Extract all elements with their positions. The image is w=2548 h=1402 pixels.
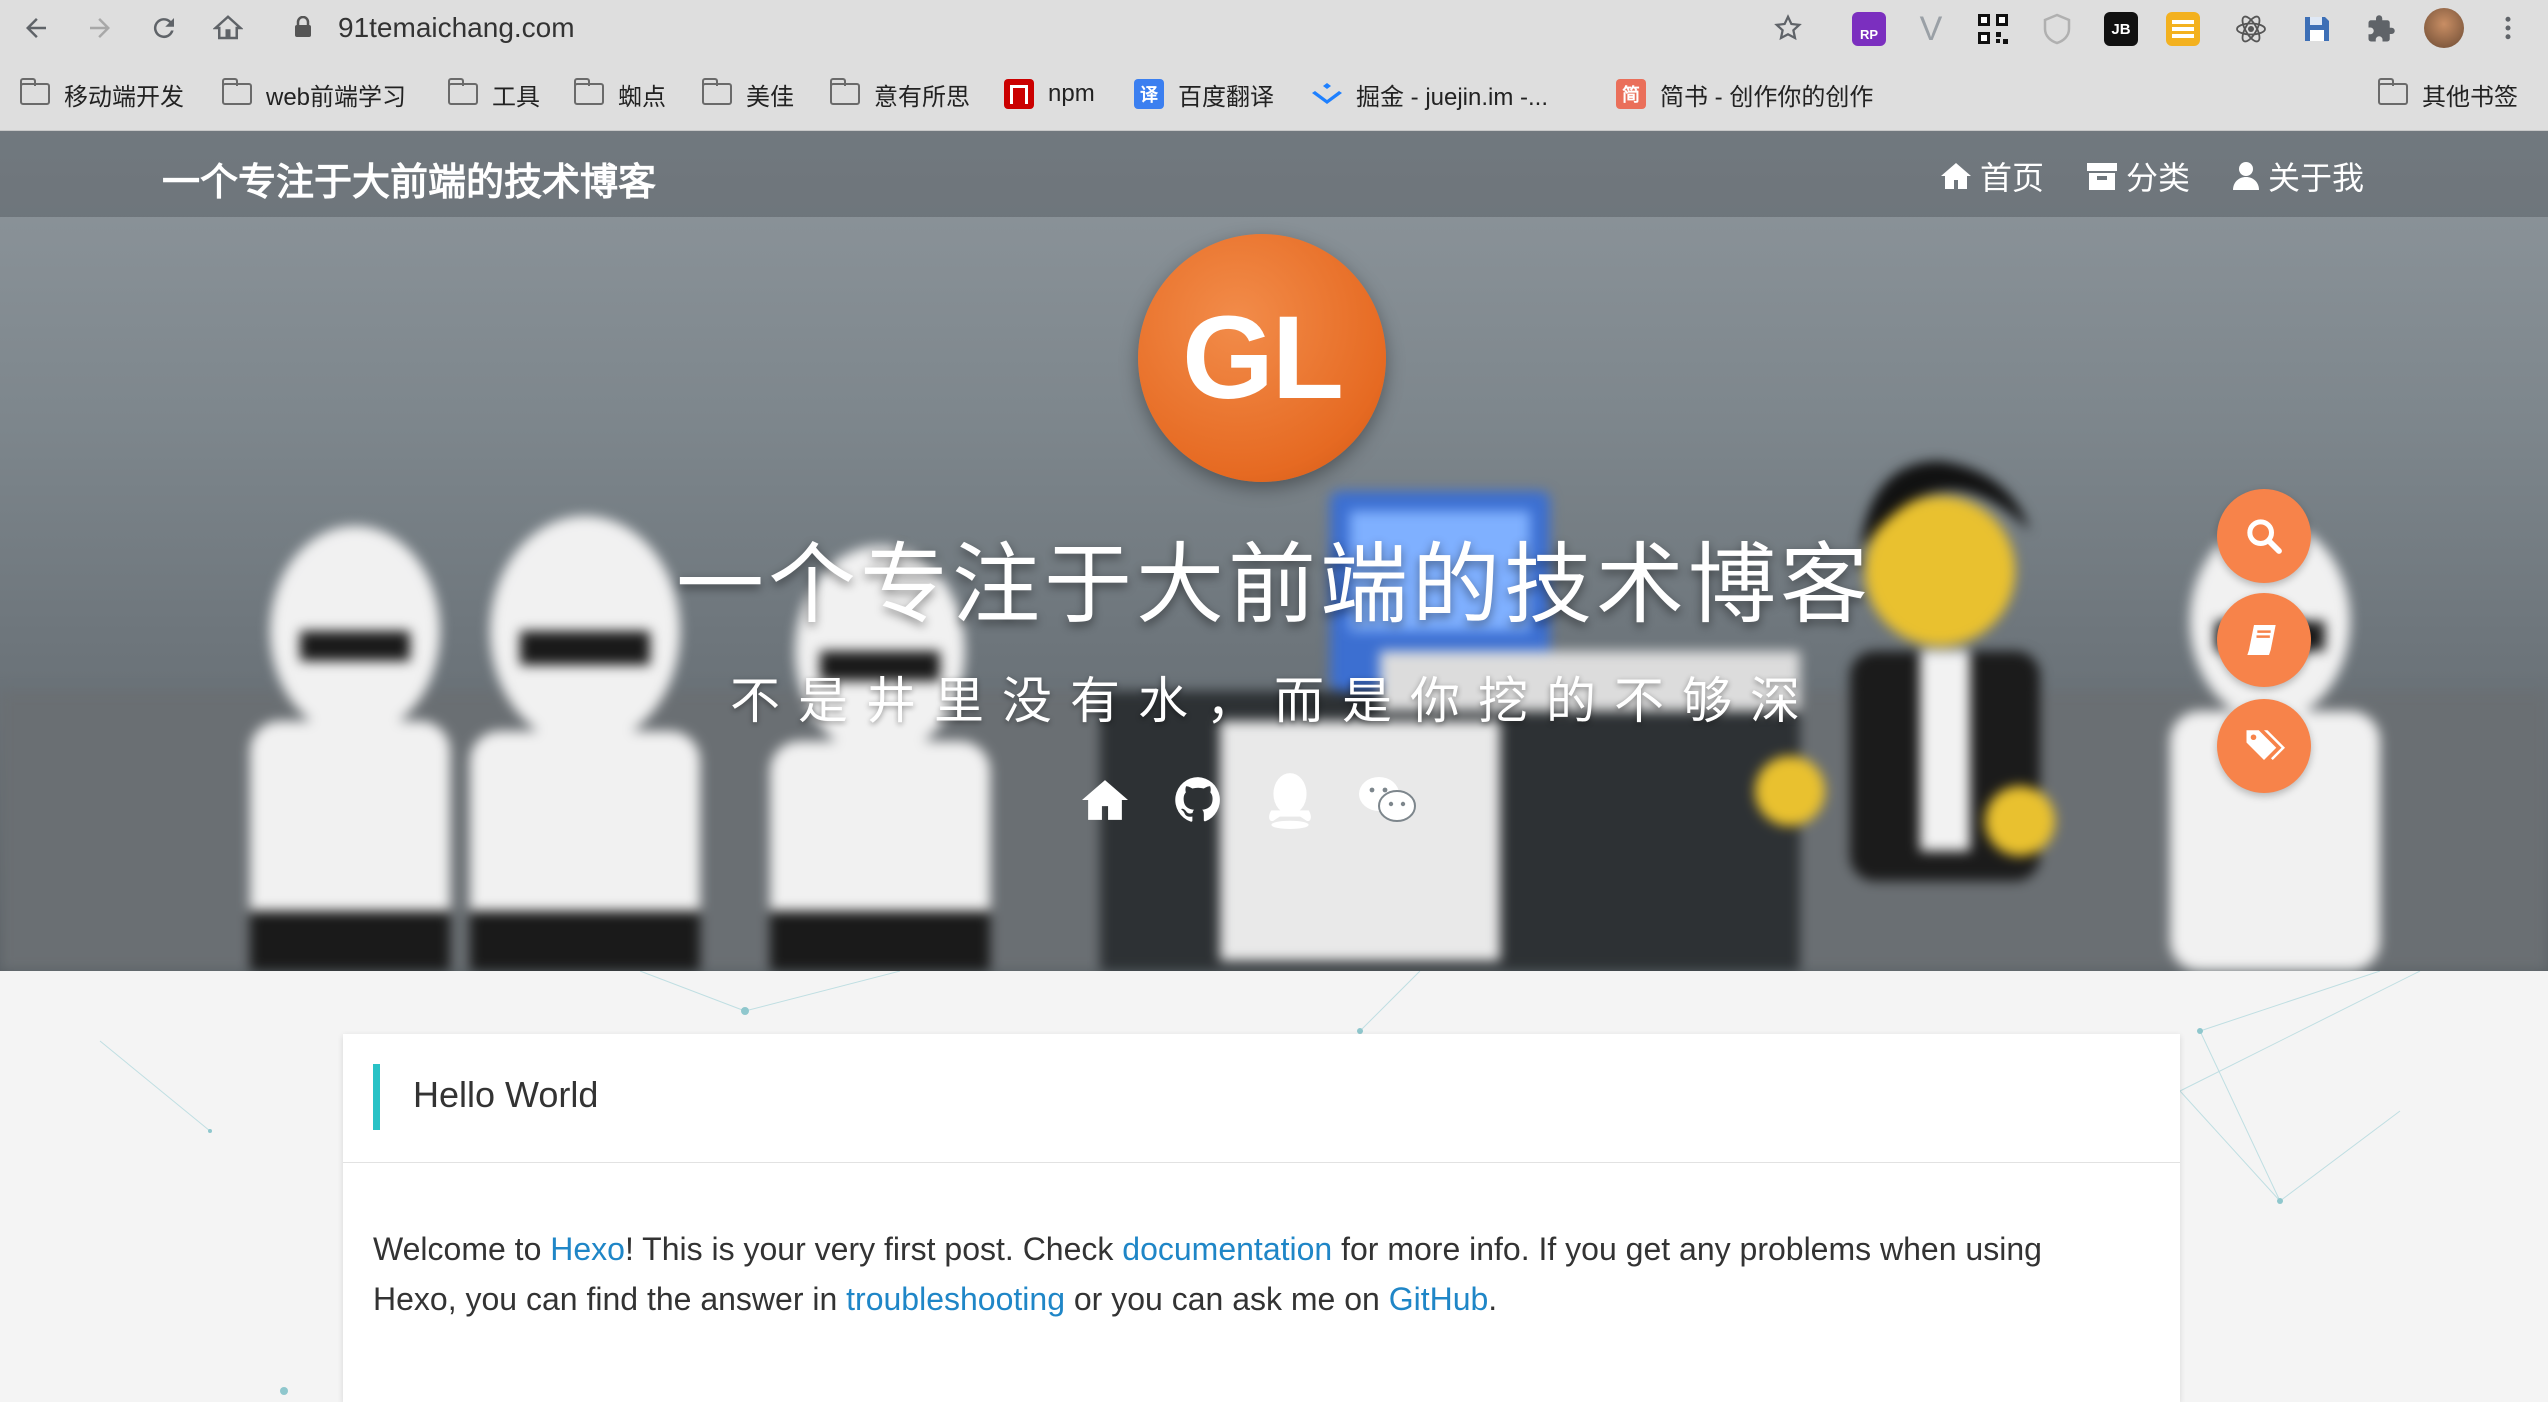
- jetbrains-extension-icon[interactable]: JB: [2104, 12, 2138, 46]
- bookmark-folder[interactable]: web前端学习: [221, 74, 406, 114]
- reload-icon: [153, 18, 174, 39]
- lock-icon: [295, 16, 311, 37]
- baidu-translate-icon: 译: [1134, 79, 1164, 109]
- troubleshooting-link[interactable]: troubleshooting: [846, 1281, 1065, 1317]
- extensions-puzzle-icon[interactable]: [2364, 12, 2398, 46]
- site-brand-link[interactable]: 一个专注于大前端的技术博客: [162, 151, 656, 206]
- blog-navbar: 一个专注于大前端的技术博客 首页 分类 关于我: [0, 131, 2548, 217]
- post-card: Hello World Welcome to Hexo! This is you…: [343, 1034, 2180, 1402]
- reload-button[interactable]: [142, 6, 186, 50]
- qq-icon[interactable]: [1265, 771, 1315, 829]
- address-bar[interactable]: 91temaichang.com: [338, 12, 575, 44]
- star-outline-icon: [1774, 14, 1802, 41]
- tags-icon: [2246, 730, 2285, 760]
- rp-extension-icon[interactable]: RP: [1852, 12, 1886, 46]
- profile-avatar[interactable]: [2424, 8, 2464, 48]
- folder-icon: [221, 78, 252, 105]
- hero-banner: 一个专注于大前端的技术博客 首页 分类 关于我 GL 一个专注于大前端的技术博客…: [0, 131, 2548, 971]
- home-icon: [1941, 163, 1971, 189]
- folder-icon: [19, 78, 50, 105]
- archives-button[interactable]: [2217, 593, 2311, 687]
- bookmark-folder[interactable]: 意有所思: [829, 74, 970, 114]
- bookmark-folder[interactable]: 美佳: [701, 74, 794, 114]
- bookmark-baidu-translate[interactable]: 译百度翻译: [1134, 74, 1274, 114]
- forward-arrow-icon: [90, 18, 110, 38]
- save-extension-icon[interactable]: [2300, 12, 2334, 46]
- hero-title: 一个专注于大前端的技术博客: [675, 535, 1872, 634]
- folder-icon: [2377, 78, 2408, 105]
- folder-icon: [701, 78, 732, 105]
- search-button[interactable]: [2217, 489, 2311, 583]
- book-icon: [2247, 625, 2276, 655]
- user-icon: [2233, 162, 2259, 190]
- qrcode-extension-icon[interactable]: [1976, 12, 2010, 46]
- home-icon[interactable]: [1078, 777, 1132, 823]
- nav-home-link[interactable]: 首页: [1940, 153, 2044, 199]
- post-title-accent-bar: [373, 1064, 380, 1130]
- tags-button[interactable]: [2217, 699, 2311, 793]
- author-avatar[interactable]: GL: [1138, 234, 1386, 482]
- bookmark-jianshu[interactable]: 简简书 - 创作你的创作: [1616, 74, 1873, 114]
- bookmarks-bar: 移动端开发 web前端学习 工具 蜘点 美佳 意有所思 npm 译百度翻译 掘金…: [0, 56, 2548, 131]
- folder-icon: [829, 78, 860, 105]
- social-links: [1078, 771, 1418, 829]
- back-arrow-icon: [26, 18, 46, 38]
- hexo-link[interactable]: Hexo: [550, 1231, 625, 1267]
- notes-extension-icon[interactable]: [2166, 12, 2200, 46]
- chrome-menu-button[interactable]: [2486, 6, 2530, 50]
- vue-extension-icon[interactable]: V: [1914, 10, 1948, 48]
- more-vert-icon: [2505, 16, 2511, 40]
- nav-categories-link[interactable]: 分类: [2086, 153, 2190, 199]
- npm-icon: [1004, 79, 1034, 109]
- bookmark-folder[interactable]: 工具: [447, 74, 540, 114]
- post-excerpt: Welcome to Hexo! This is your very first…: [373, 1231, 2042, 1317]
- bookmark-juejin[interactable]: 掘金 - juejin.im -...: [1312, 74, 1548, 114]
- back-button[interactable]: [14, 6, 58, 50]
- archive-icon: [2087, 163, 2117, 190]
- bookmark-folder[interactable]: 蜘点: [573, 74, 666, 114]
- github-link[interactable]: GitHub: [1389, 1281, 1489, 1317]
- documentation-link[interactable]: documentation: [1122, 1231, 1332, 1267]
- nav-about-link[interactable]: 关于我: [2232, 153, 2364, 199]
- browser-toolbar: 91temaichang.com RP V JB: [0, 0, 2548, 56]
- github-icon[interactable]: [1173, 775, 1223, 825]
- jianshu-icon: 简: [1616, 79, 1646, 109]
- hero-subtitle: 不是井里没有水，而是你挖的不够深: [730, 673, 1818, 729]
- home-outline-icon: [213, 15, 243, 40]
- bookmark-npm[interactable]: npm: [1004, 74, 1095, 114]
- react-devtools-icon[interactable]: [2234, 12, 2268, 46]
- shield-extension-icon[interactable]: [2040, 12, 2074, 46]
- forward-button[interactable]: [78, 6, 122, 50]
- bookmark-folder[interactable]: 移动端开发: [19, 74, 184, 114]
- juejin-icon: [1312, 79, 1342, 109]
- post-title-link[interactable]: Hello World: [413, 1074, 598, 1116]
- other-bookmarks[interactable]: 其他书签: [2377, 74, 2518, 114]
- home-button[interactable]: [206, 6, 250, 50]
- bookmark-star-button[interactable]: [1766, 6, 1810, 50]
- post-header: Hello World: [343, 1034, 2180, 1163]
- folder-icon: [573, 78, 604, 105]
- wechat-icon[interactable]: [1356, 774, 1418, 826]
- folder-icon: [447, 78, 478, 105]
- search-icon: [2247, 519, 2282, 554]
